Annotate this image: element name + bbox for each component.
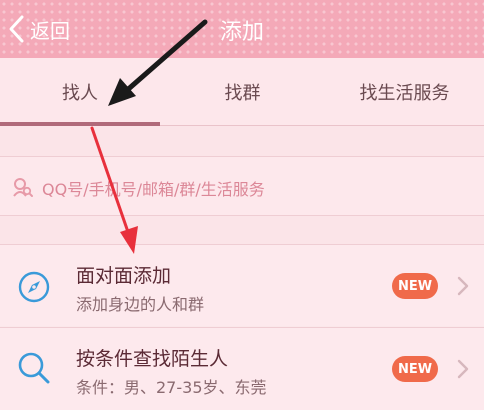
tab-label: 找人 [62,83,98,104]
search-placeholder: QQ号/手机号/邮箱/群/生活服务 [42,180,265,199]
magnifier-icon [18,352,50,384]
back-button[interactable]: 返回 [6,12,70,46]
tab-find-people[interactable]: 找人 [0,58,160,126]
new-badge: NEW [392,273,438,299]
item-subtitle: 条件：男、27-35岁、东莞 [76,378,267,397]
list-item-find-strangers[interactable]: 按条件查找陌生人 条件：男、27-35岁、东莞 NEW [0,327,484,410]
list-item-face-to-face[interactable]: 面对面添加 添加身边的人和群 NEW [0,244,484,326]
tab-find-groups[interactable]: 找群 [160,58,325,126]
tab-label: 找生活服务 [359,83,450,104]
compass-icon [18,271,50,303]
item-title: 按条件查找陌生人 [76,348,229,370]
search-field[interactable]: QQ号/手机号/邮箱/群/生活服务 [0,156,484,216]
section-gap [0,126,484,156]
item-title: 面对面添加 [76,265,172,287]
chevron-right-icon [457,359,469,379]
tab-label: 找群 [224,83,261,104]
section-gap [0,216,484,244]
page-title: 添加 [219,20,264,45]
back-label: 返回 [30,18,70,43]
title-bar: 返回 添加 [0,0,484,58]
tab-bar: 找人 找群 找生活服务 [0,58,484,126]
back-chevron-icon [9,15,24,43]
new-badge: NEW [392,356,438,382]
tab-find-services[interactable]: 找生活服务 [325,58,484,126]
person-search-icon [13,178,33,197]
chevron-right-icon [457,276,469,296]
item-subtitle: 添加身边的人和群 [76,295,205,314]
